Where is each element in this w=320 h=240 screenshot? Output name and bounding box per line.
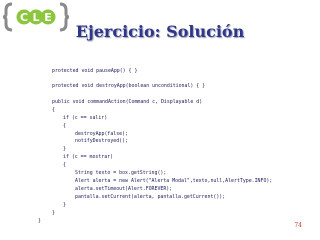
slide-title: Ejercicio: Solución xyxy=(75,22,245,41)
code-line: { xyxy=(63,162,66,168)
code-line: } xyxy=(63,146,66,152)
code-line: } xyxy=(38,218,41,224)
code-line: { xyxy=(63,123,66,129)
code-line: } xyxy=(52,210,55,216)
page-number: 74 xyxy=(294,222,302,229)
code-line: protected void destroyApp(boolean uncond… xyxy=(52,83,206,89)
code-line: notifyDestroyed(); xyxy=(75,138,128,144)
code-line: pantalla.setCurrent(alerta, pantalla.get… xyxy=(75,194,226,200)
code-line: if (c == salir) xyxy=(63,115,108,121)
code-line: protected void pauseApp() { } xyxy=(52,68,138,74)
code-line: } xyxy=(63,202,66,208)
code-line: { xyxy=(52,107,55,113)
code-line: alerta.setTimeout(Alert.FOREVER); xyxy=(75,186,173,192)
code-line: Alert alerta = new Alert("Alerta Modal",… xyxy=(75,178,273,184)
code-line: if (c == mostrar) xyxy=(63,154,114,160)
code-line: String texto = box.getString(); xyxy=(75,170,167,176)
code-line: public void commandAction(Command c, Dis… xyxy=(52,99,203,105)
